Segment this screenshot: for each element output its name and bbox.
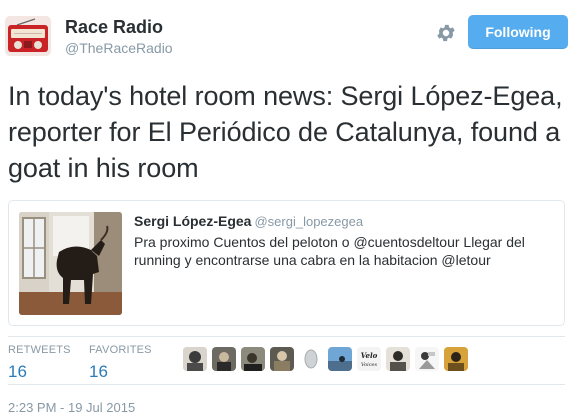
svg-text:Voices: Voices [361,362,378,368]
tweet-timestamp[interactable]: 2:23 PM - 19 Jul 2015 [8,400,135,415]
avatar[interactable] [5,16,51,56]
quoted-tweet-header: Sergi López-Egea @sergi_lopezegea [134,213,363,231]
following-button[interactable]: Following [468,15,568,49]
quoted-author-handle[interactable]: @sergi_lopezegea [254,214,363,229]
retweets-stat[interactable]: RETWEETS 16 [8,344,71,382]
favoriter-avatars: Velo Voices [183,347,468,371]
favoriter-avatar[interactable] [241,347,265,371]
quoted-author-name[interactable]: Sergi López-Egea [134,213,251,229]
favoriter-avatar[interactable] [270,347,294,371]
goat-photo [19,212,122,315]
favoriter-avatar[interactable] [183,347,207,371]
quoted-tweet-text: Pra proximo Cuentos del peloton o @cuent… [134,234,525,268]
retweets-label: RETWEETS [8,344,71,356]
gear-icon[interactable] [435,22,457,44]
divider [8,336,565,337]
radio-icon [5,16,51,56]
favorites-label: FAVORITES [89,344,152,356]
favorites-count[interactable]: 16 [89,362,152,382]
favoriter-avatar[interactable] [386,347,410,371]
tweet-text: In today's hotel room news: Sergi López-… [8,81,563,183]
screen-name[interactable]: @TheRaceRadio [65,40,173,56]
favoriter-avatar[interactable] [415,347,439,371]
retweets-count[interactable]: 16 [8,362,71,382]
quoted-tweet-photo[interactable] [19,212,122,315]
favoriter-avatar[interactable] [212,347,236,371]
favorites-stat[interactable]: FAVORITES 16 [89,344,152,382]
favoriter-avatar[interactable]: Velo Voices [357,347,381,371]
favoriter-avatar[interactable] [328,347,352,371]
favoriter-avatar[interactable] [444,347,468,371]
tweet-header: Race Radio @TheRaceRadio Following [0,0,577,70]
favoriter-avatar[interactable] [299,347,323,371]
display-name[interactable]: Race Radio [65,17,163,38]
divider [8,384,565,385]
quoted-tweet[interactable]: Sergi López-Egea @sergi_lopezegea Pra pro… [8,200,565,326]
svg-text:Velo: Velo [361,351,378,360]
